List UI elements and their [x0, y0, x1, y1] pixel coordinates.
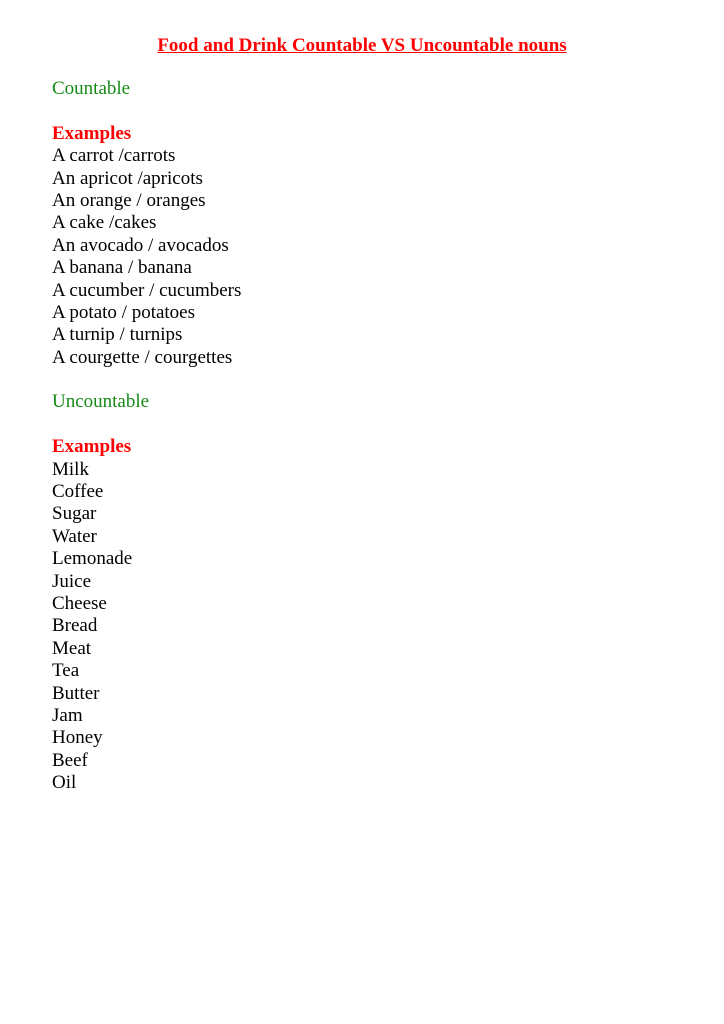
list-item: A turnip / turnips [52, 324, 183, 346]
list-item: Lemonade [52, 548, 133, 570]
list-item: Meat [52, 637, 92, 659]
list-item: Oil [52, 772, 77, 794]
list-item: Bread [52, 615, 98, 637]
countable-examples-list: A carrot /carrots An apricot /apricots A… [52, 145, 241, 369]
list-item: A courgette / courgettes [52, 346, 233, 368]
list-item: Sugar [52, 503, 97, 525]
list-item: A cucumber / cucumbers [52, 279, 242, 301]
list-item: A carrot /carrots [52, 145, 176, 167]
examples-label-countable: Examples [52, 122, 132, 144]
list-item: A cake /cakes [52, 212, 157, 234]
list-item: An avocado / avocados [52, 234, 229, 256]
list-item: Butter [52, 682, 100, 704]
section-countable: Countable Examples A carrot /carrots An … [52, 78, 241, 369]
section-heading-uncountable: Uncountable [52, 391, 150, 413]
list-item: Tea [52, 660, 80, 682]
list-item: Beef [52, 749, 88, 771]
document-body: Countable Examples A carrot /carrots An … [52, 78, 241, 795]
uncountable-examples-list: Milk Coffee Sugar Water Lemonade Juice C… [52, 459, 241, 795]
list-item: Cheese [52, 592, 107, 614]
list-item: A potato / potatoes [52, 301, 196, 323]
list-item: Coffee [52, 481, 104, 503]
document-title: Food and Drink Countable VS Uncountable … [157, 35, 567, 56]
document-page: Food and Drink Countable VS Uncountable … [0, 0, 724, 1024]
list-item: Honey [52, 727, 103, 749]
list-item: Jam [52, 704, 83, 726]
list-item: Water [52, 525, 97, 547]
examples-label-uncountable: Examples [52, 436, 132, 458]
list-item: An orange / oranges [52, 189, 206, 211]
list-item: Juice [52, 570, 92, 592]
list-item: A banana / banana [52, 257, 192, 279]
section-uncountable: Uncountable Examples Milk Coffee Sugar W… [52, 391, 241, 794]
section-heading-countable: Countable [52, 78, 131, 99]
list-item: An apricot /apricots [52, 167, 203, 189]
list-item: Milk [52, 458, 89, 480]
